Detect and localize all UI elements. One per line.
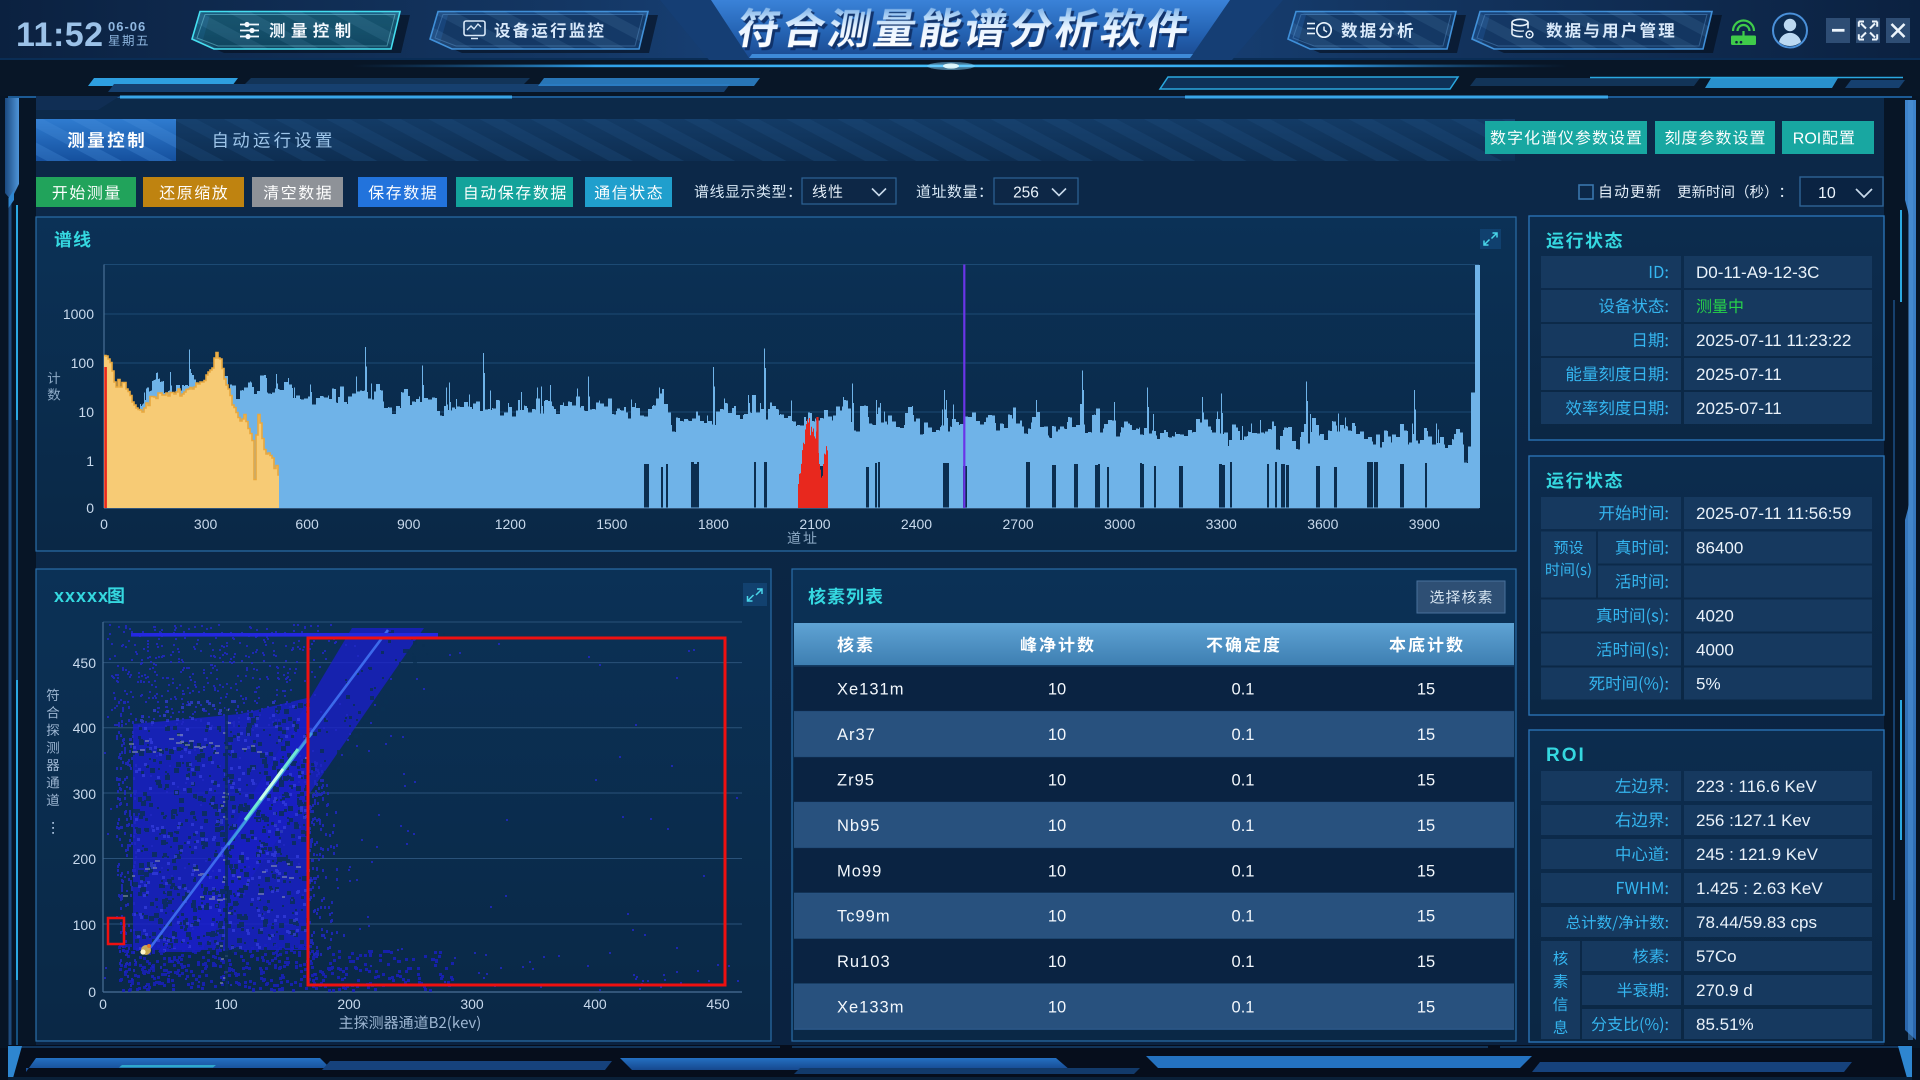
svg-text:900: 900 [397, 516, 421, 532]
svg-text:100: 100 [71, 355, 95, 371]
svg-text:3300: 3300 [1206, 516, 1237, 532]
svg-text:0.1: 0.1 [1232, 772, 1255, 790]
svg-text:270.9 d: 270.9 d [1696, 981, 1753, 1000]
svg-text:245 : 121.9 KeV: 245 : 121.9 KeV [1696, 845, 1819, 864]
svg-text:10: 10 [1048, 908, 1066, 926]
svg-text:2025-07-11 11:56:59: 2025-07-11 11:56:59 [1696, 504, 1851, 523]
svg-text:0.1: 0.1 [1232, 726, 1255, 744]
svg-text:10: 10 [1048, 681, 1066, 699]
svg-text:1200: 1200 [495, 516, 526, 532]
svg-text:15: 15 [1417, 908, 1435, 926]
svg-text:ROI: ROI [1546, 745, 1586, 766]
svg-text:2025-07-11: 2025-07-11 [1696, 399, 1782, 418]
svg-text:1: 1 [86, 453, 94, 469]
svg-text:1000: 1000 [63, 306, 94, 322]
svg-text:1.425 : 2.63 KeV: 1.425 : 2.63 KeV [1696, 879, 1823, 898]
svg-text:256 :127.1 Kev: 256 :127.1 Kev [1696, 811, 1811, 830]
svg-text:2400: 2400 [901, 516, 932, 532]
svg-text:223 : 116.6 KeV: 223 : 116.6 KeV [1696, 777, 1817, 796]
svg-text:300: 300 [194, 516, 218, 532]
svg-text:3900: 3900 [1409, 516, 1440, 532]
svg-text:10: 10 [1818, 185, 1836, 202]
svg-text:450: 450 [706, 996, 730, 1012]
svg-text:400: 400 [73, 720, 97, 736]
svg-text:15: 15 [1417, 726, 1435, 744]
svg-text:600: 600 [295, 516, 319, 532]
svg-text:0: 0 [100, 516, 108, 532]
svg-text:100: 100 [73, 917, 97, 933]
svg-text:Zr95: Zr95 [837, 772, 875, 790]
svg-text:300: 300 [73, 786, 97, 802]
svg-text:200: 200 [337, 996, 361, 1012]
svg-text:10: 10 [1048, 772, 1066, 790]
svg-text:10: 10 [1048, 953, 1066, 971]
svg-text:200: 200 [73, 851, 97, 867]
svg-text:0.1: 0.1 [1232, 681, 1255, 699]
svg-text:0: 0 [86, 500, 94, 516]
svg-text:2025-07-11: 2025-07-11 [1696, 365, 1782, 384]
svg-text:4000: 4000 [1696, 641, 1734, 660]
svg-text:xxxxx: xxxxx [54, 586, 109, 606]
svg-text:0: 0 [99, 996, 107, 1012]
svg-text:06-06: 06-06 [108, 19, 146, 34]
svg-text:15: 15 [1417, 817, 1435, 835]
svg-text:3000: 3000 [1104, 516, 1135, 532]
svg-text:0.1: 0.1 [1232, 862, 1255, 880]
svg-text:0: 0 [88, 984, 96, 1000]
svg-text:0.1: 0.1 [1232, 999, 1255, 1017]
svg-text:10: 10 [1048, 999, 1066, 1017]
svg-text:10: 10 [1048, 726, 1066, 744]
svg-text:3600: 3600 [1307, 516, 1338, 532]
svg-text:15: 15 [1417, 862, 1435, 880]
svg-text:86400: 86400 [1696, 539, 1743, 558]
svg-text:300: 300 [460, 996, 484, 1012]
svg-text:11:52: 11:52 [16, 16, 104, 54]
svg-text:1500: 1500 [596, 516, 627, 532]
svg-text:78.44/59.83 cps: 78.44/59.83 cps [1696, 913, 1817, 932]
svg-text:10: 10 [1048, 862, 1066, 880]
svg-text:5%: 5% [1696, 675, 1721, 694]
svg-text:0.1: 0.1 [1232, 953, 1255, 971]
svg-text:Xe131m: Xe131m [837, 681, 904, 699]
svg-text:4020: 4020 [1696, 607, 1734, 626]
svg-text:450: 450 [73, 655, 97, 671]
svg-text:85.51%: 85.51% [1696, 1015, 1754, 1034]
svg-text:2100: 2100 [799, 516, 830, 532]
svg-text:15: 15 [1417, 953, 1435, 971]
svg-text:10: 10 [1048, 817, 1066, 835]
svg-text:Mo99: Mo99 [837, 862, 882, 880]
svg-text:2025-07-11 11:23:22: 2025-07-11 11:23:22 [1696, 331, 1851, 350]
svg-text:Tc99m: Tc99m [837, 908, 891, 926]
svg-text:D0-11-A9-12-3C: D0-11-A9-12-3C [1696, 263, 1819, 282]
svg-text:57Co: 57Co [1696, 947, 1737, 966]
svg-text:ROI: ROI [1793, 131, 1821, 148]
svg-text:15: 15 [1417, 772, 1435, 790]
svg-text:Ru103: Ru103 [837, 953, 891, 971]
svg-text:100: 100 [214, 996, 238, 1012]
svg-text:400: 400 [583, 996, 607, 1012]
svg-text:Ar37: Ar37 [837, 726, 876, 744]
svg-text:10: 10 [78, 404, 94, 420]
svg-text:256: 256 [1013, 185, 1039, 202]
svg-text:1800: 1800 [698, 516, 729, 532]
svg-text:0.1: 0.1 [1232, 817, 1255, 835]
svg-text:2700: 2700 [1003, 516, 1034, 532]
svg-text:Xe133m: Xe133m [837, 999, 904, 1017]
svg-text:0.1: 0.1 [1232, 908, 1255, 926]
svg-text:15: 15 [1417, 999, 1435, 1017]
svg-text:15: 15 [1417, 681, 1435, 699]
svg-text:Nb95: Nb95 [837, 817, 880, 835]
